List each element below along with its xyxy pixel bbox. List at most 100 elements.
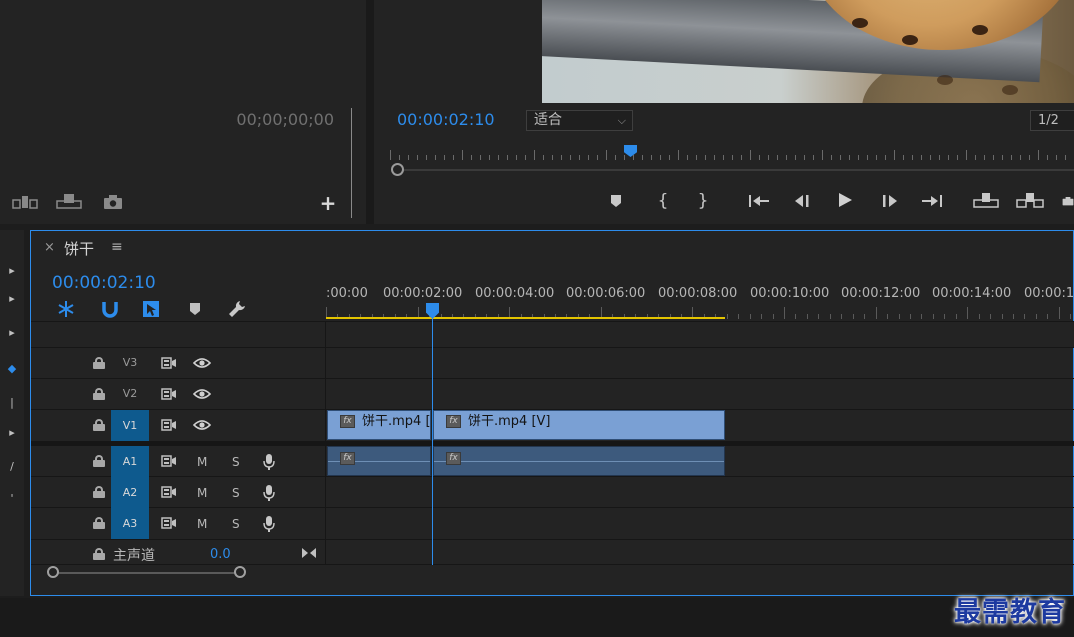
zoom-handle-right[interactable] bbox=[234, 566, 246, 578]
track-select-tool-icon[interactable]: ▸ bbox=[0, 292, 24, 306]
track-target-v1[interactable]: V1 bbox=[111, 410, 149, 441]
microphone-icon[interactable] bbox=[262, 451, 276, 473]
play-icon[interactable] bbox=[834, 189, 856, 211]
ruler-tick bbox=[1058, 307, 1060, 319]
ruler-tick bbox=[829, 314, 831, 319]
track-target-a3[interactable]: A3 bbox=[111, 508, 149, 539]
sync-lock-icon[interactable] bbox=[160, 383, 178, 405]
close-icon[interactable]: × bbox=[44, 240, 55, 255]
program-timecode[interactable]: 00:00:02:10 bbox=[397, 110, 495, 129]
track-target-a1[interactable]: A1 bbox=[111, 446, 149, 477]
sequence-tab-title[interactable]: 饼干 bbox=[64, 238, 94, 259]
audio-clip[interactable]: fx bbox=[433, 446, 725, 476]
ruler-tick bbox=[696, 155, 697, 160]
ruler-tick bbox=[772, 314, 774, 319]
selection-tool-icon[interactable]: ▸ bbox=[0, 264, 24, 278]
bottom-bar bbox=[0, 598, 1074, 637]
mute-button[interactable]: M bbox=[197, 486, 207, 500]
insert-icon[interactable] bbox=[12, 191, 38, 213]
overwrite-icon[interactable] bbox=[56, 190, 82, 212]
lift-icon[interactable] bbox=[972, 189, 1000, 211]
microphone-icon[interactable] bbox=[262, 513, 276, 535]
track-target-v2[interactable]: V2 bbox=[111, 378, 149, 409]
eye-icon[interactable] bbox=[192, 352, 212, 374]
hand-tool-icon[interactable]: / bbox=[0, 460, 24, 474]
video-clip[interactable]: fx 饼干.mp4 [ bbox=[327, 410, 431, 440]
timeline-zoom-scrollbar[interactable] bbox=[53, 572, 241, 574]
ruler-tick bbox=[705, 155, 706, 160]
sync-lock-icon[interactable] bbox=[160, 450, 178, 472]
razor-tool-icon[interactable]: ◆ bbox=[0, 362, 24, 376]
snap-icon[interactable] bbox=[99, 298, 121, 320]
type-tool-icon[interactable]: ' bbox=[0, 492, 24, 506]
ruler-tick bbox=[932, 314, 934, 319]
slip-tool-icon[interactable]: | bbox=[0, 396, 24, 410]
lock-icon[interactable] bbox=[93, 517, 105, 529]
program-mini-ruler[interactable] bbox=[390, 146, 1074, 164]
source-timecode[interactable]: 00;00;00;00 bbox=[200, 110, 334, 129]
mark-in-icon[interactable]: { bbox=[655, 190, 671, 212]
step-forward-icon[interactable] bbox=[879, 190, 901, 212]
track-row-spacer bbox=[31, 321, 1074, 347]
audio-clip[interactable]: fx bbox=[327, 446, 431, 476]
video-clip[interactable]: fx 饼干.mp4 [V] bbox=[433, 410, 725, 440]
sync-lock-icon[interactable] bbox=[160, 352, 178, 374]
camera-icon[interactable] bbox=[102, 191, 124, 213]
program-video-frame[interactable] bbox=[542, 0, 1074, 103]
microphone-icon[interactable] bbox=[262, 482, 276, 504]
resolution-dropdown[interactable]: 1/2 bbox=[1030, 110, 1074, 131]
sync-lock-icon[interactable] bbox=[160, 414, 178, 436]
pen-tool-icon[interactable]: ▸ bbox=[0, 426, 24, 440]
mark-out-icon[interactable]: } bbox=[695, 190, 711, 212]
solo-button[interactable]: S bbox=[232, 486, 240, 500]
ruler-tick bbox=[1020, 155, 1021, 160]
lock-icon[interactable] bbox=[93, 388, 105, 400]
linked-selection-icon[interactable] bbox=[140, 298, 162, 320]
mute-button[interactable]: M bbox=[197, 517, 207, 531]
sync-lock-icon[interactable] bbox=[160, 512, 178, 534]
timeline-timecode[interactable]: 00:00:02:10 bbox=[52, 273, 156, 293]
lock-icon[interactable] bbox=[93, 357, 105, 369]
go-to-in-icon[interactable] bbox=[747, 190, 771, 212]
solo-button[interactable]: S bbox=[232, 455, 240, 469]
master-expand-icon[interactable] bbox=[300, 542, 318, 564]
work-area-bar[interactable] bbox=[326, 317, 725, 319]
settings-wrench-icon[interactable] bbox=[226, 298, 248, 320]
step-back-icon[interactable] bbox=[791, 190, 813, 212]
add-marker-icon[interactable] bbox=[608, 190, 624, 212]
lock-icon[interactable] bbox=[93, 419, 105, 431]
time-ruler[interactable]: :00:00 00:00:02:00 00:00:04:00 00:00:06:… bbox=[326, 275, 1074, 323]
sync-lock-icon[interactable] bbox=[160, 481, 178, 503]
fit-dropdown[interactable]: 适合 ⌵ bbox=[526, 110, 633, 131]
ruler-tick bbox=[822, 150, 823, 160]
add-marker-icon[interactable] bbox=[184, 298, 206, 320]
eye-icon[interactable] bbox=[192, 414, 212, 436]
ruler-tick bbox=[498, 155, 499, 160]
lock-icon[interactable] bbox=[93, 548, 105, 560]
zoom-handle-left[interactable] bbox=[47, 566, 59, 578]
ruler-tick bbox=[651, 155, 652, 160]
eye-icon[interactable] bbox=[192, 383, 212, 405]
program-zoom-handle[interactable] bbox=[391, 163, 404, 176]
ruler-tick bbox=[723, 155, 724, 160]
track-target-a2[interactable]: A2 bbox=[111, 477, 149, 508]
ruler-tick bbox=[761, 314, 763, 319]
lock-icon[interactable] bbox=[93, 455, 105, 467]
track-target-v3[interactable]: V3 bbox=[111, 347, 149, 378]
program-zoom-scrollbar[interactable] bbox=[398, 169, 1074, 171]
audio-level-line bbox=[434, 461, 724, 462]
ruler-label: 00:00:02:00 bbox=[383, 286, 463, 301]
export-frame-icon[interactable] bbox=[1062, 190, 1074, 212]
nest-icon[interactable] bbox=[55, 298, 77, 320]
go-to-out-icon[interactable] bbox=[920, 190, 944, 212]
master-volume-value[interactable]: 0.0 bbox=[210, 547, 231, 562]
lock-icon[interactable] bbox=[93, 486, 105, 498]
mute-button[interactable]: M bbox=[197, 455, 207, 469]
ripple-edit-tool-icon[interactable]: ▸ bbox=[0, 326, 24, 340]
extract-icon[interactable] bbox=[1015, 189, 1045, 211]
ruler-tick bbox=[1047, 155, 1048, 160]
panel-menu-icon[interactable]: ≡ bbox=[111, 239, 123, 255]
solo-button[interactable]: S bbox=[232, 517, 240, 531]
add-button-icon[interactable]: + bbox=[318, 191, 338, 215]
ruler-tick bbox=[741, 155, 742, 160]
